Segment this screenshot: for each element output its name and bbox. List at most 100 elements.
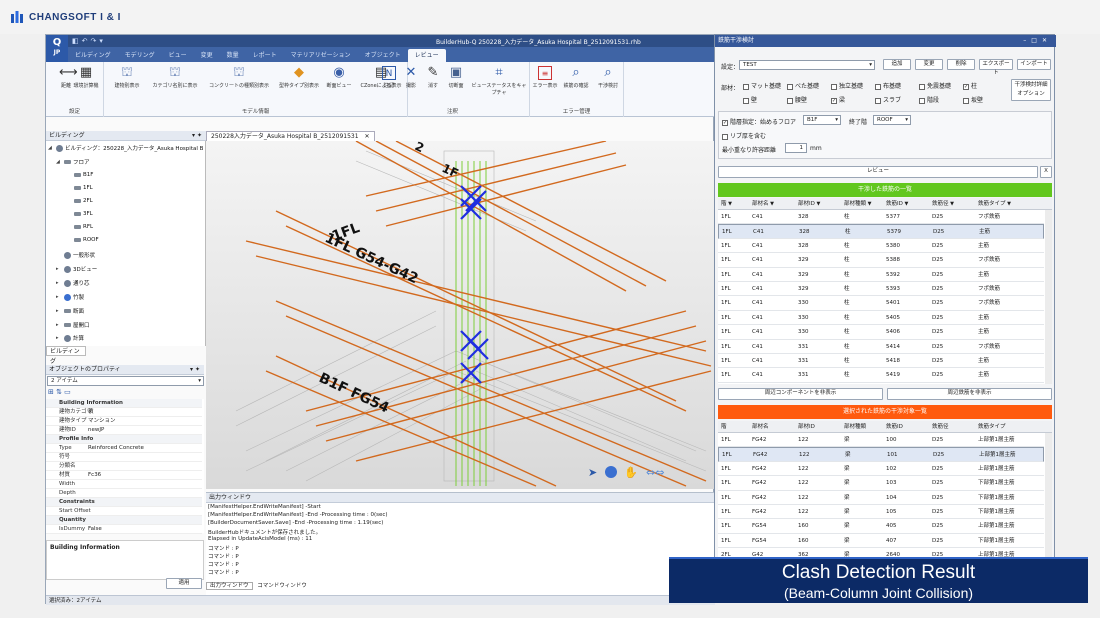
filter-icon[interactable]: ▼ [866,201,872,207]
column-header[interactable]: 鉄筋径 ▼ [932,198,954,210]
table-row[interactable]: 1FL FG42 122 梁 104 D25 下部第1層主筋 [718,490,1044,505]
member-checkbox[interactable]: べた基礎 [787,81,819,90]
delete-button[interactable]: 削除 [947,59,975,70]
props-row[interactable]: Type Reinforced Concrete [46,444,202,453]
cut-plane-button[interactable]: ▣ 切断面 [444,66,468,90]
pin-icon[interactable]: ▾ ✦ [190,365,200,375]
tab-0[interactable]: ビルディング [68,49,118,62]
pin-icon[interactable]: ▾ ✦ [192,131,202,141]
column-header[interactable]: 部材種類 [844,421,866,433]
sort-icon[interactable]: ⊞ ⇅ ▭ [48,388,71,396]
select-cursor-icon[interactable]: ➤ [588,466,597,479]
edit-button[interactable]: 変更 [915,59,943,70]
props-section[interactable]: Quantity [46,516,202,525]
props-row[interactable]: 符号 [46,453,202,462]
column-header[interactable]: 階 ▼ [721,198,732,210]
review-button[interactable]: レビュー [718,166,1038,178]
member-checkbox[interactable]: 免震基礎 [919,81,951,90]
capture-button[interactable]: ✕ 撮影 [400,66,422,90]
rebar-check-button[interactable]: ⌕ 鉄筋の確認 [560,66,592,90]
filter-icon[interactable]: ▼ [949,201,954,207]
tolerance-input[interactable]: 1 [785,143,807,153]
table-row[interactable]: 1FL FG42 122 梁 102 D25 上部第1層主筋 [718,461,1044,477]
column-header[interactable]: 部材ID ▼ [798,198,820,210]
expand-icon[interactable]: ▸ [56,335,62,341]
member-checkbox[interactable]: 独立基礎 [831,81,863,90]
tree-item-floors[interactable]: ◢ フロア [56,158,90,166]
member-checkbox[interactable]: ✓ 梁 [831,95,845,104]
close-icon[interactable]: ✕ [365,133,370,140]
props-toolbar[interactable]: ⊞ ⇅ ▭ [48,388,88,397]
clash-detail-option-button[interactable]: 干渉検討詳細オプション [1011,79,1051,101]
props-row[interactable]: IsDummy False [46,525,202,534]
floor-range-checkbox[interactable]: ✓ 階層指定：始めるフロア [722,117,796,126]
filter-icon[interactable]: ▼ [815,201,820,207]
member-checkbox[interactable]: ✓ 柱 [963,81,977,90]
3d-viewport[interactable]: 1FL G54-G42 B1F FG54 1FL 2 1F ➤ ✋ ⇔⇔ [206,141,714,489]
tree-item-1fl[interactable]: 1FL [74,185,93,191]
scrollbar[interactable] [1045,433,1052,561]
export-button[interactable]: エクスポート [979,59,1013,76]
props-section[interactable]: Building Information [46,399,202,408]
review-close-button[interactable]: X [1040,166,1052,178]
table-row[interactable]: 1FL C41 330 柱 5401 D25 フポ鉄筋 [718,296,1044,311]
expand-icon[interactable]: ▸ [56,266,62,272]
tree-item-building[interactable]: ◢ ビルディング：250228_入力データ_Asuka Hospital B [48,144,203,152]
table-row[interactable]: 1FL C41 331 柱 5414 D25 フポ鉄筋 [718,339,1044,354]
floor-to-select[interactable]: ROOF ▾ [873,115,911,125]
table-row[interactable]: 1FL C41 330 柱 5405 D25 主筋 [718,310,1044,326]
tree-item-b1f[interactable]: B1F [74,172,93,178]
tree-item-roof[interactable]: ROOF [74,237,99,243]
member-checkbox[interactable]: 階段 [919,95,939,104]
tab-7[interactable]: オブジェクト [358,49,408,62]
tree-item-rfl[interactable]: RFL [74,224,93,230]
member-checkbox[interactable]: スラブ [875,95,901,104]
filter-icon[interactable]: ▼ [903,201,908,207]
category-view-button[interactable]: ⛫ カテゴリ名別に表示 [148,66,202,90]
tree-item-section[interactable]: ▸ 断面 [56,307,84,315]
tree-item-3d-view[interactable]: ▸ 3Dビュー [56,265,97,273]
tab-8[interactable]: レビュー [407,49,446,62]
tab-command-window[interactable]: コマンドウィンドウ [254,583,310,589]
column-header[interactable]: 鉄筋タイプ [978,421,1006,433]
table-row[interactable]: 1FL C41 329 柱 5388 D25 フポ鉄筋 [718,253,1044,268]
tree-item-3fl[interactable]: 3FL [74,211,93,217]
tree-item-general-shape[interactable]: 一般形状 [64,251,95,259]
pan-hand-icon[interactable]: ✋ [624,466,638,479]
column-header[interactable]: 鉄筋径 [932,421,949,433]
column-header[interactable]: 部材名 [752,421,769,433]
table-row[interactable]: 1FL C41 328 柱 5379 D25 主筋 [718,224,1044,239]
capture-view-status-button[interactable]: ⌗ ビューステータスをキャプチャ [470,66,528,97]
collapse-icon[interactable]: ◢ [48,145,54,151]
tab-3[interactable]: 変更 [194,49,220,62]
props-row[interactable]: 分類名 [46,462,202,471]
tree-footer-tab[interactable]: ビルディング [46,346,86,365]
props-row[interactable]: 材質 Fc36 [46,471,202,480]
expand-icon[interactable]: ▸ [56,308,62,314]
add-button[interactable]: 追加 [883,59,911,70]
error-view-button[interactable]: ≡ エラー表示 [530,66,560,89]
building-view-button[interactable]: ⛫ 建物別表示 [106,66,148,90]
table-row[interactable]: 1FL C41 329 柱 5392 D25 主筋 [718,267,1044,282]
tab-6[interactable]: マテリアリゼーション [284,49,358,62]
props-row[interactable]: 建物カテゴリ積 [46,408,202,417]
clash-check-button[interactable]: ⌕ 干渉検討 [592,66,624,90]
import-button[interactable]: インポート [1017,59,1051,70]
note-button[interactable]: N 注記 [378,66,400,89]
clashed-rebar-grid[interactable]: 階 ▼ 部材名 ▼ 部材ID ▼ 部材種類 ▼ 鉄筋ID ▼ 鉄筋径 ▼ 鉄筋タイプ ▼ 1F… [718,198,1052,384]
hide-surrounding-rebar-button[interactable]: 周辺鉄筋を非表示 [887,388,1052,400]
tab-output-window[interactable]: 出力ウィンドウ [206,582,253,590]
table-row[interactable]: 1FL C41 329 柱 5393 D25 フポ鉄筋 [718,282,1044,297]
env-calc-button[interactable]: ▦ 環境計算機 [66,66,106,90]
concrete-type-button[interactable]: ⛫ コンクリートの種類別表示 [204,66,274,90]
column-header[interactable]: 部材ID [798,421,815,433]
tree-item-opening[interactable]: ▸ 屋開口 [56,321,90,329]
table-row[interactable]: 1FL C41 331 柱 5419 D25 主筋 [718,368,1044,383]
app-logo[interactable]: Q JP [46,35,68,62]
column-header[interactable]: 部材名 ▼ [752,198,774,210]
scrollbar[interactable] [1045,210,1052,384]
member-checkbox[interactable]: 壁 [743,95,757,104]
member-checkbox[interactable]: マット基礎 [743,81,781,90]
props-count-select[interactable]: 2 アイテム ▾ [47,376,204,386]
tab-4[interactable]: 数量 [220,49,246,62]
